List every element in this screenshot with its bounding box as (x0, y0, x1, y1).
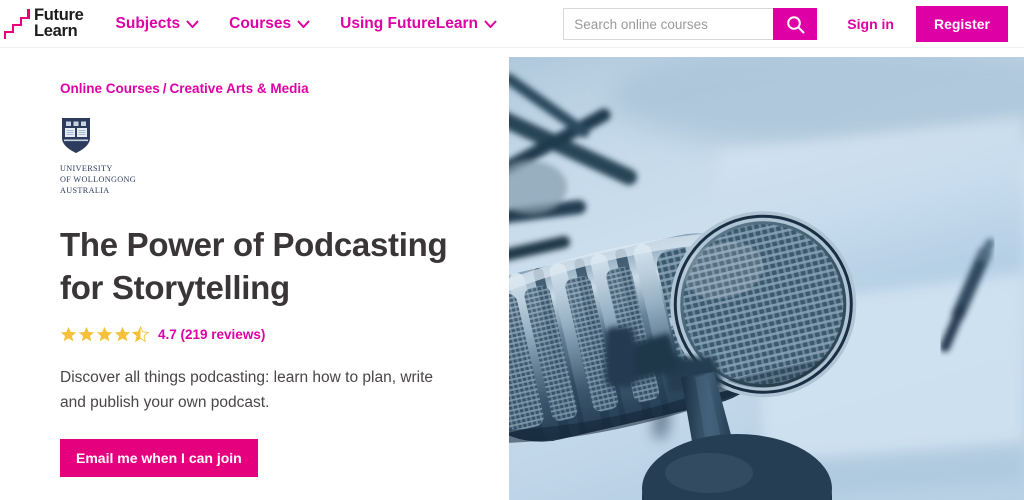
header-actions: Sign in Register (563, 0, 1024, 48)
breadcrumb-item-creative-arts-media[interactable]: Creative Arts & Media (170, 81, 309, 96)
rating-label: 4.7 (219 reviews) (158, 326, 266, 342)
page-title: The Power of Podcasting for Storytelling (60, 226, 448, 307)
university-shield-crest-icon (62, 118, 90, 153)
breadcrumb-item-online-courses[interactable]: Online Courses (60, 81, 160, 96)
futurelearn-steps-icon (4, 8, 30, 39)
provider-name-line-2: OF WOLLONGONG (60, 174, 137, 184)
course-info-panel: Online Courses / Creative Arts & Media UNI… (60, 48, 490, 477)
nav-item-subjects-label: Subjects (115, 14, 181, 32)
chevron-down-icon (186, 19, 199, 28)
email-me-when-i-can-join-button[interactable]: Email me when I can join (60, 438, 258, 477)
star-rating (60, 325, 150, 343)
hero-image (509, 57, 1024, 500)
star-full-icon (60, 326, 77, 341)
logo-line-2: Learn (34, 21, 78, 40)
provider-name: UNIVERSITY OF WOLLONGONG AUSTRALIA (60, 164, 140, 196)
breadcrumb-separator: / (162, 81, 167, 96)
nav-item-courses[interactable]: Courses (229, 15, 310, 33)
site-header: Future Learn Subjects Courses Using Futu… (0, 0, 1024, 48)
course-description: Discover all things podcasting: learn ho… (60, 368, 434, 411)
microphone-photo (509, 57, 1024, 500)
search-submit-button[interactable] (773, 8, 818, 40)
futurelearn-logo[interactable]: Future Learn (4, 0, 84, 48)
provider-name-line-3: AUSTRALIA (60, 185, 110, 195)
nav-item-using-futurelearn[interactable]: Using FutureLearn (340, 15, 497, 33)
futurelearn-logo-text: Future Learn (34, 7, 84, 40)
breadcrumb: Online Courses / Creative Arts & Media (60, 81, 490, 96)
register-button[interactable]: Register (915, 6, 1008, 42)
nav-item-using-futurelearn-label: Using FutureLearn (340, 14, 478, 32)
main-navigation: Subjects Courses Using FutureLearn (116, 0, 527, 48)
star-full-icon (78, 326, 95, 341)
chevron-down-icon (484, 19, 497, 28)
star-half-icon (132, 325, 149, 342)
star-full-icon (114, 326, 131, 341)
star-full-icon (96, 326, 113, 341)
provider-logo[interactable]: UNIVERSITY OF WOLLONGONG AUSTRALIA (60, 116, 140, 196)
nav-item-courses-label: Courses (229, 14, 292, 32)
search-box (563, 8, 818, 40)
course-rating: 4.7 (219 reviews) (60, 325, 490, 343)
sign-in-link[interactable]: Sign in (847, 16, 894, 32)
search-icon (786, 15, 805, 33)
nav-item-subjects[interactable]: Subjects (116, 15, 200, 33)
chevron-down-icon (297, 19, 310, 28)
search-input[interactable] (563, 8, 774, 40)
provider-name-line-1: UNIVERSITY (60, 164, 113, 173)
